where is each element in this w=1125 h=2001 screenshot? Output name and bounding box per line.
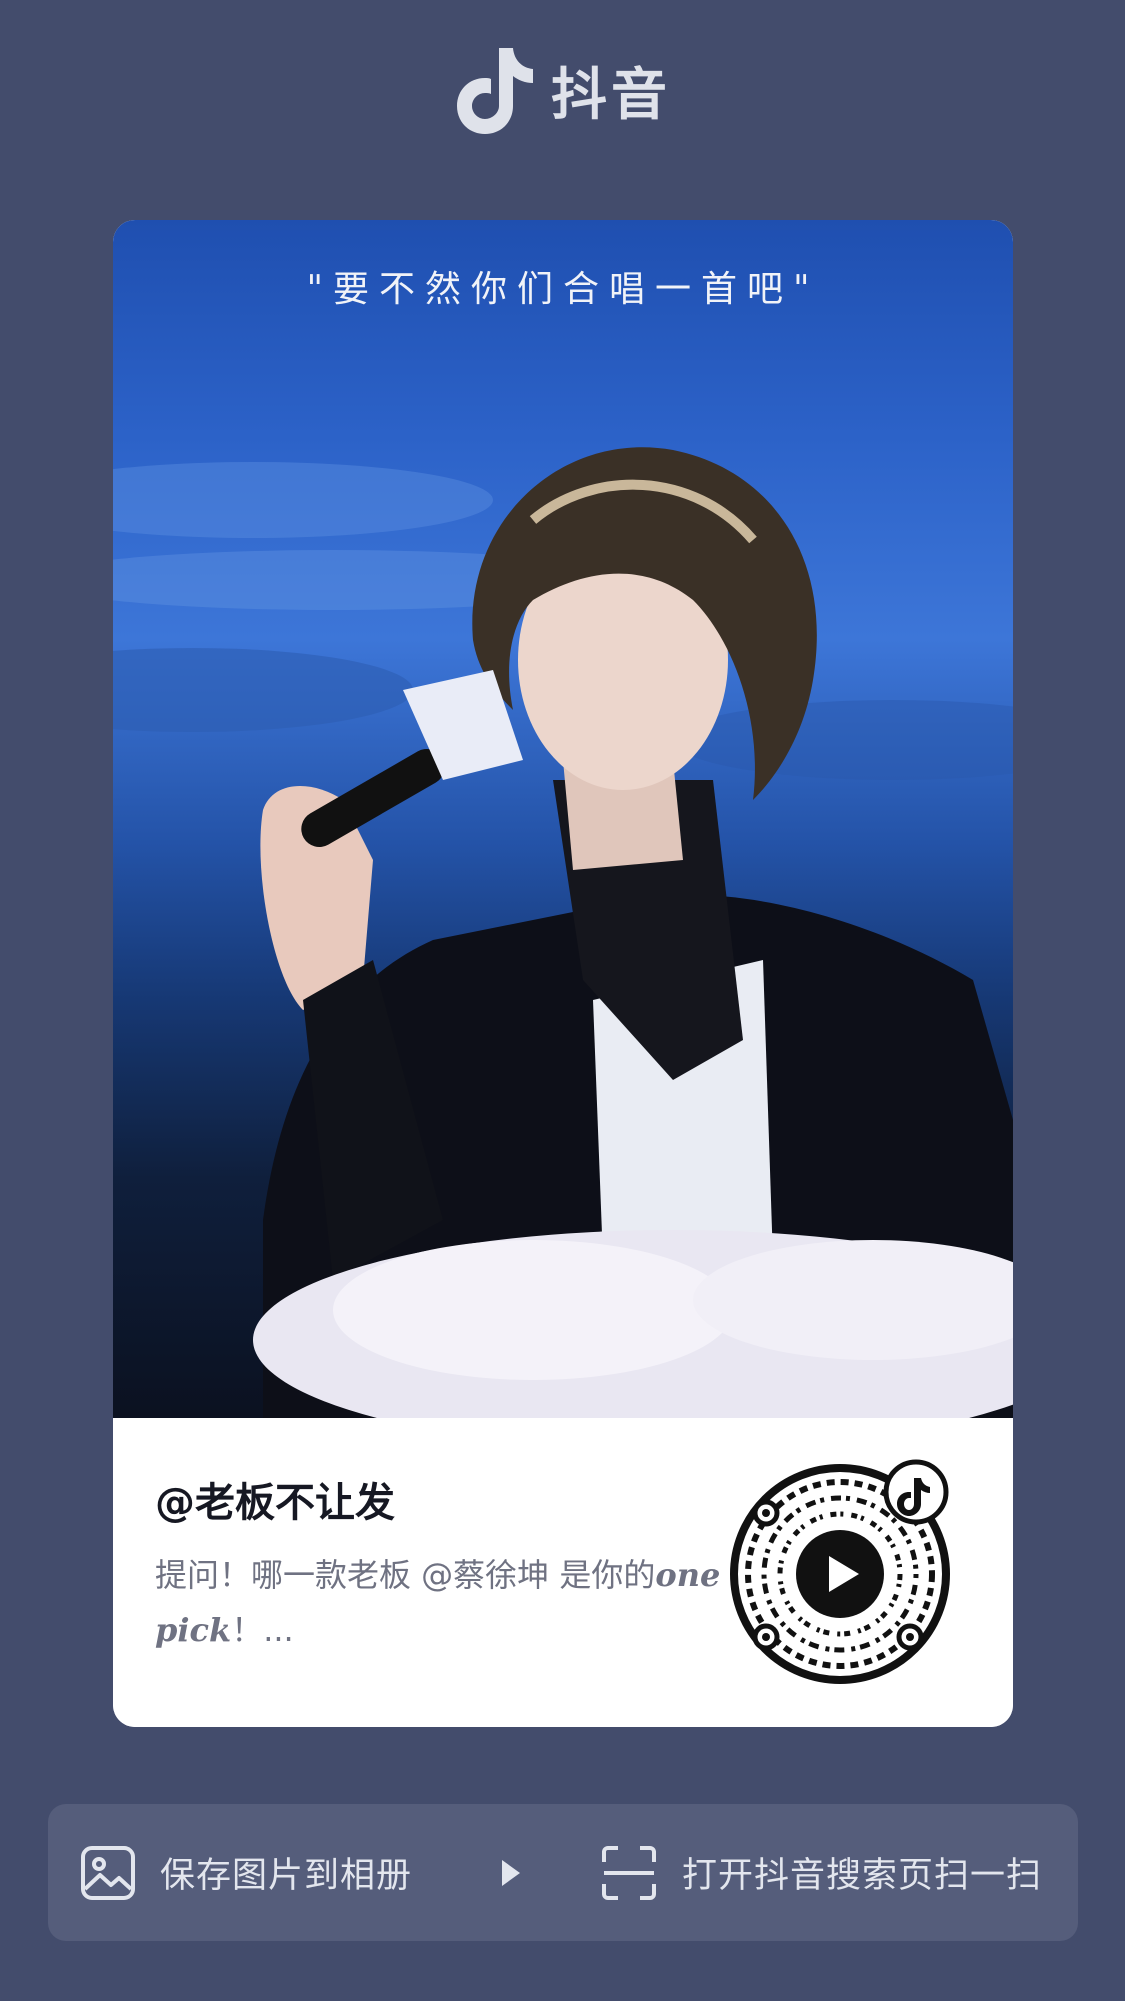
cover-photo: "要不然你们合唱一首吧" (113, 220, 1013, 1418)
play-triangle-icon (502, 1860, 520, 1886)
qr-code (728, 1456, 958, 1686)
cover-caption: "要不然你们合唱一首吧" (306, 269, 820, 310)
description-prefix: 提问！哪一款老板 @蔡徐坤 是你的 (155, 1556, 656, 1594)
share-card: "要不然你们合唱一首吧" @老板不让发 提问！哪一款老板 @蔡徐坤 是你的one… (113, 220, 1013, 1727)
action-bar: 保存图片到相册 打开抖音搜索页扫一扫 (48, 1804, 1078, 1941)
douyin-logo: 抖音 (455, 40, 671, 140)
card-info: @老板不让发 提问！哪一款老板 @蔡徐坤 是你的one pick！... (113, 1418, 1013, 1727)
save-label: 保存图片到相册 (160, 1856, 413, 1896)
app-name: 抖音 (551, 62, 671, 128)
description-suffix: ！... (231, 1611, 294, 1649)
video-description: 提问！哪一款老板 @蔡徐坤 是你的one pick！... (155, 1548, 745, 1658)
save-to-album-button[interactable]: 保存图片到相册 (80, 1804, 412, 1941)
scan-icon (602, 1845, 656, 1900)
scan-label: 打开抖音搜索页扫一扫 (682, 1856, 1043, 1896)
image-icon (81, 1845, 135, 1900)
douyin-logo-icon (457, 48, 533, 134)
open-douyin-scan-button[interactable]: 打开抖音搜索页扫一扫 (600, 1804, 1042, 1941)
author-handle[interactable]: @老板不让发 (155, 1470, 395, 1528)
